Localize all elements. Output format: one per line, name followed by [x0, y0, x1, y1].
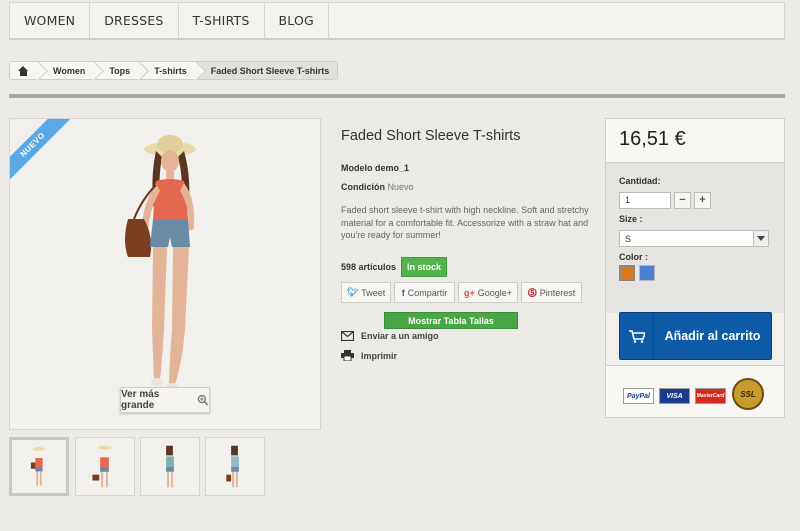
in-stock-badge: In stock	[401, 257, 448, 277]
size-chart-button[interactable]: Mostrar Tabla Tallas	[384, 312, 518, 329]
divider	[9, 94, 785, 98]
cart-icon	[620, 313, 654, 359]
stock-row: 598 artículos In stock	[341, 257, 448, 277]
facebook-share-label: Compartir	[407, 287, 448, 298]
visa-logo: VISA	[659, 388, 690, 404]
stock-count: 598 artículos	[341, 262, 397, 272]
paypal-logo: PayPal	[623, 388, 654, 404]
product-main-image[interactable]: NUEVO Ver más grande	[9, 118, 321, 430]
thumbnail-photo	[166, 445, 174, 488]
model-label: Modelo	[341, 163, 373, 173]
price: 16,51 €	[606, 119, 784, 163]
facebook-share-button[interactable]: f Compartir	[394, 282, 455, 303]
add-to-cart-label: Añadir al carrito	[664, 328, 761, 343]
add-to-cart-button[interactable]: Añadir al carrito	[619, 312, 772, 360]
menu-item-blog[interactable]: BLOG	[265, 3, 329, 38]
buy-box: 16,51 € Cantidad: Size : Color : 1 − + S…	[605, 118, 785, 418]
size-label: Size :	[619, 214, 643, 224]
top-menu: WOMEN DRESSES T-SHIRTS BLOG	[9, 2, 785, 40]
menu-item-women[interactable]: WOMEN	[10, 3, 91, 38]
breadcrumb-home[interactable]	[10, 62, 39, 79]
quantity-decrease-button[interactable]: −	[674, 192, 691, 209]
thumbnail-photo	[92, 445, 112, 488]
google-plus-label: Google+	[477, 287, 513, 298]
color-label: Color :	[619, 252, 648, 262]
google-plus-icon: g+	[463, 287, 475, 298]
thumbnail-4[interactable]	[205, 437, 265, 496]
size-select[interactable]: S	[619, 230, 769, 247]
pinterest-icon: ⓹	[527, 288, 537, 298]
thumbnail-photo	[226, 445, 239, 488]
thumbnail-photo	[30, 447, 46, 486]
twitter-icon: 🐦︎	[346, 287, 359, 297]
print-label: Imprimir	[361, 350, 398, 361]
quantity-label: Cantidad:	[619, 176, 661, 186]
model-value: demo_1	[375, 163, 410, 173]
zoom-icon	[198, 394, 209, 406]
send-to-friend-link[interactable]: Enviar a un amigo	[341, 331, 439, 341]
tweet-label: Tweet	[361, 287, 386, 298]
thumbnail-2[interactable]	[75, 437, 135, 496]
menu-item-tshirts[interactable]: T-SHIRTS	[179, 3, 265, 38]
condition-value: Nuevo	[387, 182, 414, 192]
print-link[interactable]: Imprimir	[341, 350, 397, 361]
view-larger-button[interactable]: Ver más grande	[120, 387, 210, 413]
model-field: Modelo demo_1	[341, 163, 409, 173]
facebook-icon: f	[401, 287, 405, 298]
condition-label: Condición	[341, 182, 385, 192]
view-larger-label: Ver más grande	[121, 389, 160, 411]
menu-item-dresses[interactable]: DRESSES	[90, 3, 179, 38]
pinterest-button[interactable]: ⓹ Pinterest	[521, 282, 582, 303]
condition-field: Condición Nuevo	[341, 182, 414, 192]
breadcrumb: Women Tops T-shirts Faded Short Sleeve T…	[9, 61, 339, 80]
product-description: Faded short sleeve t-shirt with high nec…	[341, 205, 589, 240]
payment-logos: PayPal VISA MasterCard SSL	[606, 365, 784, 417]
mastercard-logo: MasterCard	[695, 388, 726, 404]
thumbnail-3[interactable]	[140, 437, 200, 496]
breadcrumb-current: Faded Short Sleeve T-shirts	[196, 62, 338, 79]
thumbnail-1[interactable]	[9, 437, 69, 496]
tweet-button[interactable]: 🐦︎ Tweet	[341, 282, 391, 303]
quantity-input[interactable]: 1	[619, 192, 671, 209]
printer-icon	[341, 350, 354, 361]
chevron-down-icon	[753, 231, 768, 246]
ssl-seal: SSL	[732, 378, 764, 410]
size-select-value: S	[625, 234, 632, 244]
quantity-increase-button[interactable]: +	[694, 192, 711, 209]
product-photo	[125, 135, 196, 391]
google-plus-button[interactable]: g+ Google+	[458, 282, 518, 303]
color-swatch-blue[interactable]	[639, 265, 655, 281]
pinterest-label: Pinterest	[539, 287, 576, 298]
color-swatch-orange[interactable]	[619, 265, 635, 281]
product-title: Faded Short Sleeve T-shirts	[341, 128, 521, 144]
home-icon	[18, 65, 29, 76]
send-to-friend-label: Enviar a un amigo	[361, 331, 439, 341]
envelope-icon	[341, 331, 354, 341]
